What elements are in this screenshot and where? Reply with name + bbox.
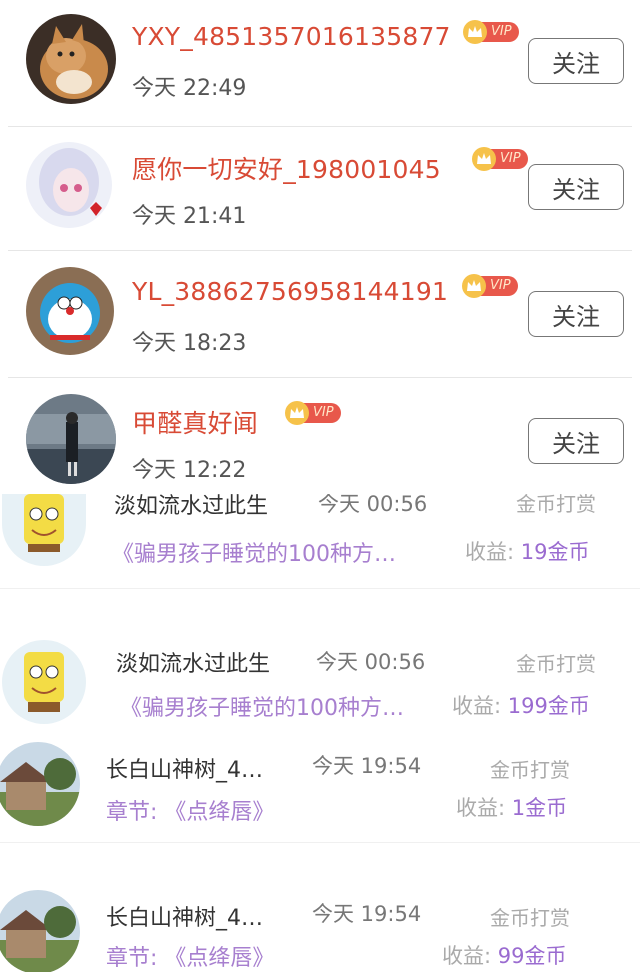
follow-row[interactable]: 甲醛真好闻 VIP 今天 12:22 关注: [0, 378, 640, 496]
reward-row[interactable]: 长白山神树_4… 今天 19:54 金币打赏 章节: 《点绛唇》 收益: 99金…: [0, 888, 640, 972]
reward-username[interactable]: 长白山神树_4…: [106, 752, 263, 784]
vip-badge: VIP: [462, 274, 518, 298]
reward-time: 今天 19:54: [312, 902, 422, 926]
house-avatar[interactable]: [0, 742, 80, 826]
book-title[interactable]: 《骗男孩子睡觉的100种方…: [120, 690, 404, 722]
spongebob-avatar[interactable]: [2, 640, 86, 724]
crown-icon: [462, 274, 486, 298]
reward-username[interactable]: 长白山神树_4…: [106, 900, 263, 932]
anime-girl-avatar[interactable]: [26, 142, 112, 228]
follow-button[interactable]: 关注: [528, 38, 624, 84]
gain-label: 收益:: [452, 694, 502, 718]
follow-time: 今天 22:49: [132, 76, 247, 101]
vip-badge: VIP: [463, 20, 519, 44]
follow-time: 今天 12:22: [132, 458, 247, 483]
reward-username[interactable]: 淡如流水过此生: [114, 494, 268, 520]
follow-row[interactable]: YL_38862756958144191 VIP 今天 18:23 关注: [0, 251, 640, 378]
follow-time: 今天 18:23: [132, 331, 247, 356]
gain-label: 收益:: [442, 944, 492, 968]
username[interactable]: 愿你一切安好_198001045: [132, 150, 441, 186]
chapter-label: 章节:: [106, 946, 158, 971]
follow-row[interactable]: 愿你一切安好_198001045 VIP 今天 21:41 关注: [0, 124, 640, 251]
vip-badge: VIP: [285, 401, 341, 425]
reward-gain: 收益: 1金币: [456, 792, 567, 822]
cat-avatar[interactable]: [26, 14, 116, 104]
gain-amount: 19金币: [520, 540, 590, 564]
street-girl-avatar[interactable]: [26, 394, 116, 484]
book-title[interactable]: 《点绛唇》: [164, 800, 274, 825]
reward-gain: 收益: 19金币: [465, 536, 590, 566]
follow-row[interactable]: YXY_4851357016135877 VIP 今天 22:49 关注: [0, 0, 640, 127]
reward-type: 金币打赏: [490, 758, 570, 782]
follow-button[interactable]: 关注: [528, 418, 624, 464]
doraemon-avatar[interactable]: [26, 267, 114, 355]
gain-amount: 199金币: [507, 694, 590, 718]
username[interactable]: YXY_4851357016135877: [132, 22, 451, 51]
gain-label: 收益:: [456, 796, 506, 820]
gain-amount: 99金币: [497, 944, 567, 968]
follow-button[interactable]: 关注: [528, 291, 624, 337]
follow-time: 今天 21:41: [132, 204, 247, 229]
house-avatar[interactable]: [0, 890, 80, 972]
reward-type: 金币打赏: [516, 652, 596, 676]
reward-time: 今天 00:56: [318, 494, 428, 516]
vip-badge: VIP: [472, 147, 528, 171]
book-title[interactable]: 《点绛唇》: [164, 946, 274, 971]
crown-icon: [285, 401, 309, 425]
book-title[interactable]: 《骗男孩子睡觉的100种方…: [112, 536, 396, 568]
divider: [0, 588, 640, 589]
reward-type: 金币打赏: [516, 494, 596, 516]
reward-row[interactable]: 淡如流水过此生 今天 00:56 金币打赏 《骗男孩子睡觉的100种方… 收益:…: [0, 636, 640, 736]
reward-gain: 收益: 99金币: [442, 940, 567, 970]
spongebob-avatar[interactable]: [2, 494, 86, 566]
chapter-info[interactable]: 章节: 《点绛唇》: [106, 940, 274, 972]
username[interactable]: 甲醛真好闻: [132, 404, 258, 440]
reward-time: 今天 19:54: [312, 754, 422, 778]
gain-amount: 1金币: [511, 796, 568, 820]
follow-button[interactable]: 关注: [528, 164, 624, 210]
reward-type: 金币打赏: [490, 906, 570, 930]
crown-icon: [463, 20, 487, 44]
username[interactable]: YL_38862756958144191: [132, 277, 448, 306]
crown-icon: [472, 147, 496, 171]
chapter-label: 章节:: [106, 800, 158, 825]
reward-gain: 收益: 199金币: [452, 690, 590, 720]
reward-username[interactable]: 淡如流水过此生: [116, 646, 270, 678]
divider: [0, 842, 640, 843]
reward-row[interactable]: 淡如流水过此生 今天 00:56 金币打赏 《骗男孩子睡觉的100种方… 收益:…: [0, 494, 640, 594]
gain-label: 收益:: [465, 540, 515, 564]
chapter-info[interactable]: 章节: 《点绛唇》: [106, 794, 274, 826]
reward-row[interactable]: 长白山神树_4… 今天 19:54 金币打赏 章节: 《点绛唇》 收益: 1金币: [0, 740, 640, 843]
reward-time: 今天 00:56: [316, 650, 426, 674]
